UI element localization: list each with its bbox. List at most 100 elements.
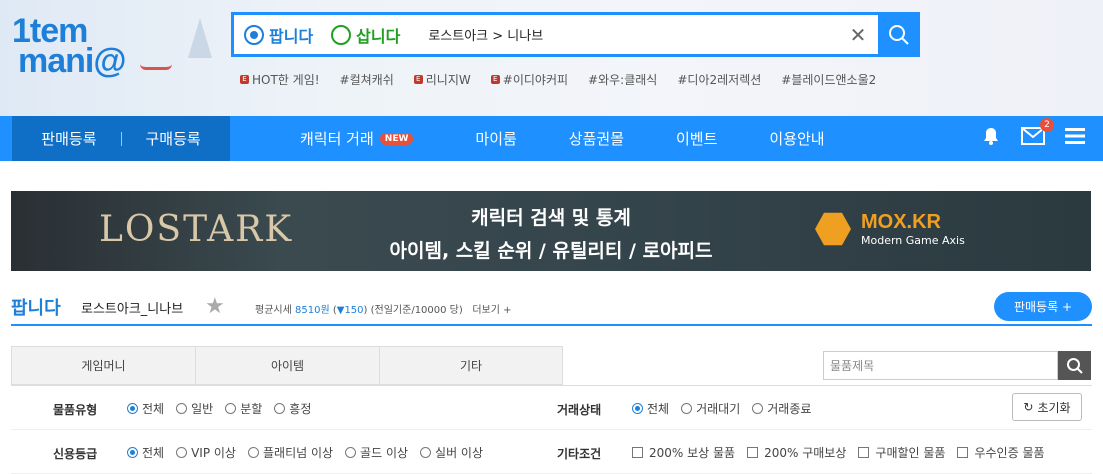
radio-icon [274, 403, 286, 414]
page-title: 팝니다 [11, 298, 61, 319]
item-title-search [823, 351, 1091, 380]
mail-icon[interactable]: 2 [1021, 118, 1054, 150]
hot-keyword[interactable]: #컬쳐캐쉬 [340, 71, 394, 88]
tab-game-money[interactable]: 게임머니 [11, 346, 195, 385]
event-badge-icon: E [490, 75, 500, 84]
trade-status-option[interactable]: 거래대기 [681, 400, 740, 417]
bell-icon[interactable] [981, 126, 1001, 151]
item-search-button[interactable] [1058, 351, 1091, 380]
search-button[interactable] [878, 12, 920, 57]
credit-option[interactable]: 전체 [127, 444, 164, 461]
radio-unselected-icon [331, 24, 352, 45]
trade-status-label: 거래상태 [557, 403, 602, 417]
listing-title-bar: 팝니다 로스트아크_니나브 ★ 평균시세 8510원 (▼150) (전일기준/… [11, 292, 1092, 326]
etc-condition-checkbox[interactable]: 구매할인 물품 [858, 444, 945, 461]
tree-decoration-icon [188, 18, 212, 58]
mox-brand: MOX.KR [861, 211, 941, 233]
item-type-option[interactable]: 일반 [176, 400, 213, 417]
item-title-input[interactable] [823, 351, 1058, 380]
hamburger-menu-icon[interactable] [1065, 127, 1085, 150]
etc-condition-checkbox[interactable]: 우수인증 물품 [957, 444, 1045, 461]
new-badge: NEW [379, 132, 414, 145]
credit-label: 신용등급 [53, 447, 98, 461]
category-tabs: 게임머니 아이템 기타 [11, 346, 563, 385]
search-icon [889, 24, 909, 45]
main-search-bar: 팝니다 삽니다 로스트아크 > 니나브 ✕ [231, 12, 920, 57]
average-price: 평균시세 8510원 (▼150) (전일기준/10000 당) 더보기 + [255, 305, 512, 316]
nav-item-myroom[interactable]: 마이룸 [475, 128, 516, 149]
banner-text: 캐릭터 검색 및 통계 아이템, 스킬 순위 / 유틸리티 / 로아피드 [351, 203, 751, 263]
etc-condition-checkbox[interactable]: 200% 보상 물품 [632, 444, 735, 461]
credit-option[interactable]: 실버 이상 [420, 444, 483, 461]
hot-keyword[interactable]: #와우:클래식 [588, 71, 657, 88]
search-input[interactable]: 로스트아크 > 니나브 [428, 25, 838, 44]
radio-icon [247, 447, 259, 458]
checkbox-icon [957, 447, 969, 458]
sell-register-link[interactable]: 판매등록 [41, 128, 96, 149]
divider [120, 131, 122, 146]
radio-icon [176, 403, 188, 414]
trade-status-options: 전체 거래대기 거래종료 [632, 400, 823, 417]
sell-radio-label: 팝니다 [269, 26, 314, 46]
banner-line-2: 아이템, 스킬 순위 / 유틸리티 / 로아피드 [389, 240, 713, 262]
radio-icon [225, 403, 237, 414]
checkbox-icon [632, 447, 643, 458]
nav-item-guide[interactable]: 이용안내 [769, 128, 824, 149]
trade-status-option[interactable]: 거래종료 [752, 400, 811, 417]
item-type-option[interactable]: 전체 [127, 400, 164, 417]
item-type-option[interactable]: 흥정 [274, 400, 311, 417]
nav-menu: 캐릭터 거래 NEW 마이룸 상품권몰 이벤트 이용안내 [300, 116, 877, 161]
nav-icons: 2 [961, 116, 1085, 161]
mail-count-badge: 2 [1040, 118, 1054, 132]
sell-radio[interactable]: 팝니다 [244, 23, 313, 47]
sell-register-button[interactable]: 판매등록 + [994, 292, 1092, 321]
credit-option[interactable]: VIP 이상 [176, 444, 236, 461]
hot-keyword[interactable]: #블레이드앤소울2 [781, 71, 876, 88]
etc-conditions-options: 200% 보상 물품 200% 구매보상 구매할인 물품 우수인증 물품 [632, 444, 1057, 461]
tab-etc[interactable]: 기타 [379, 346, 563, 385]
sled-decoration-icon [140, 60, 172, 70]
nav-item-event[interactable]: 이벤트 [676, 128, 717, 149]
hot-keyword[interactable]: E #이디야커피 [490, 71, 568, 88]
radio-icon [420, 447, 432, 458]
main-nav: 판매등록 구매등록 캐릭터 거래 NEW 마이룸 상품권몰 이벤트 이용안내 2 [0, 116, 1103, 161]
hot-keyword[interactable]: E HOT한 게임! [240, 71, 320, 88]
hot-keyword[interactable]: E 리니지W [413, 71, 471, 88]
credit-option[interactable]: 골드 이상 [345, 444, 408, 461]
banner-line-1: 캐릭터 검색 및 통계 [471, 207, 631, 229]
more-link[interactable]: 더보기 + [472, 305, 511, 316]
refresh-icon: ↻ [1023, 400, 1034, 414]
event-badge-icon: E [413, 75, 423, 84]
site-logo[interactable]: 1tem mani@ [10, 8, 180, 88]
radio-icon [681, 403, 693, 414]
mox-hexagon-icon [815, 212, 851, 246]
tab-item[interactable]: 아이템 [195, 346, 379, 385]
register-group: 판매등록 구매등록 [12, 116, 230, 161]
radio-selected-icon [244, 24, 264, 45]
average-price-value: 8510원 [295, 305, 330, 316]
credit-option[interactable]: 플래티넘 이상 [247, 444, 333, 461]
ad-banner[interactable]: LOSTARK 캐릭터 검색 및 통계 아이템, 스킬 순위 / 유틸리티 / … [11, 191, 1091, 271]
radio-selected-icon [127, 447, 138, 458]
buy-register-link[interactable]: 구매등록 [146, 128, 201, 149]
filter-row-credit: 신용등급 전체 VIP 이상 플래티넘 이상 골드 이상 실버 이상 기타조건 … [11, 430, 1092, 474]
item-type-label: 물품유형 [53, 403, 98, 417]
trade-status-option[interactable]: 전체 [632, 400, 669, 417]
item-type-option[interactable]: 분할 [225, 400, 262, 417]
mox-tagline: Modern Game Axis [861, 234, 965, 247]
lostark-logo: LOSTARK [99, 209, 294, 250]
hot-keyword[interactable]: #디아2레저렉션 [677, 71, 761, 88]
clear-icon[interactable]: ✕ [838, 23, 878, 47]
nav-item-giftcard-mall[interactable]: 상품권몰 [569, 128, 624, 149]
game-server-name: 로스트아크_니나브 [81, 302, 184, 317]
item-type-options: 전체 일반 분할 흥정 [127, 400, 323, 417]
reset-button[interactable]: ↻ 초기화 [1012, 393, 1082, 421]
favorite-star-icon[interactable]: ★ [205, 294, 225, 319]
price-change: ▼150 [336, 305, 364, 316]
etc-condition-checkbox[interactable]: 200% 구매보상 [747, 444, 846, 461]
filter-panel: 물품유형 전체 일반 분할 흥정 거래상태 전체 거래대기 거래종료 ↻ 초기화… [11, 385, 1092, 474]
radio-selected-icon [632, 403, 643, 414]
nav-item-character-trade[interactable]: 캐릭터 거래 NEW [300, 128, 414, 149]
buy-radio[interactable]: 삽니다 [331, 23, 400, 47]
checkbox-icon [747, 447, 759, 458]
